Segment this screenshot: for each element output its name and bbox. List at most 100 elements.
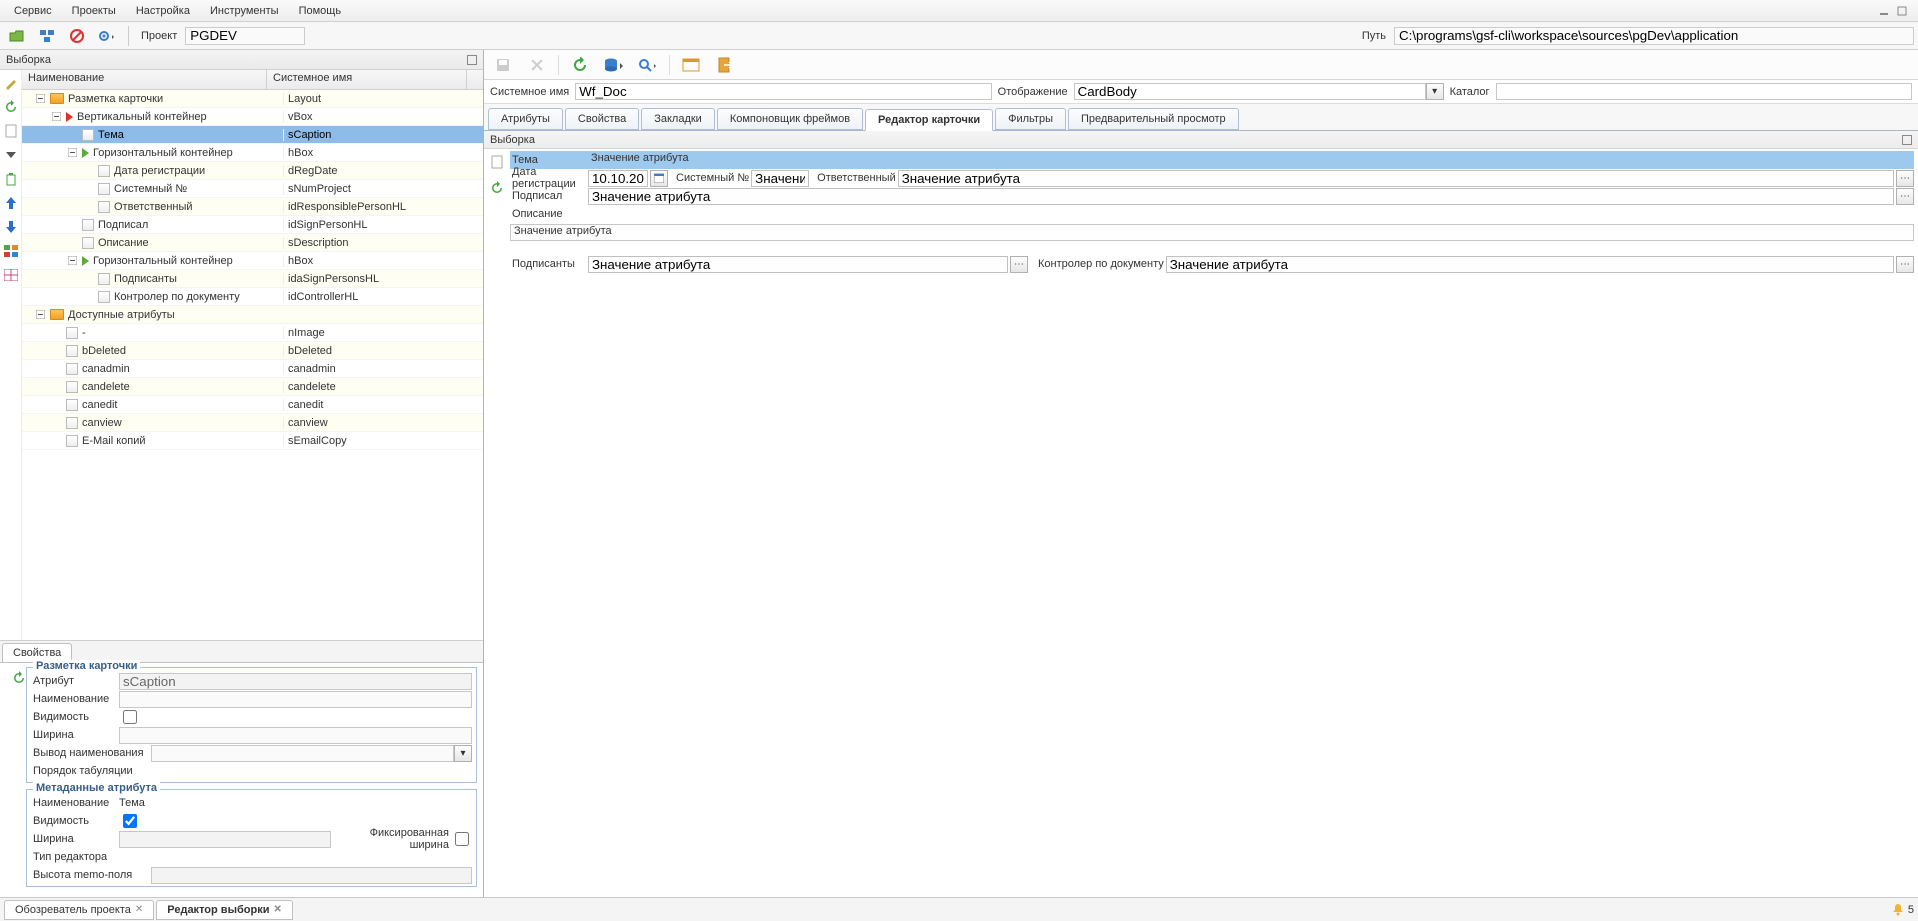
page-icon[interactable] — [2, 122, 20, 140]
display-input[interactable] — [1074, 83, 1426, 100]
menu-help[interactable]: Помощь — [289, 3, 352, 19]
dropdown-icon[interactable] — [2, 146, 20, 164]
window-restore-icon[interactable] — [1894, 3, 1910, 19]
tree-row[interactable]: caneditcanedit — [22, 396, 483, 414]
right-tab[interactable]: Закладки — [641, 108, 715, 130]
right-tab[interactable]: Свойства — [565, 108, 639, 130]
right-tab[interactable]: Редактор карточки — [865, 109, 993, 131]
save-button[interactable] — [490, 54, 516, 76]
prop-name-input[interactable] — [119, 691, 472, 708]
calendar-icon[interactable] — [650, 170, 668, 187]
tree-row[interactable]: bDeletedbDeleted — [22, 342, 483, 360]
storage-button[interactable] — [34, 25, 60, 47]
form-ctrl-lookup[interactable]: ⋯ — [1896, 256, 1914, 273]
editor-page-icon[interactable] — [484, 151, 510, 173]
prop-width-input[interactable] — [119, 727, 472, 744]
wand-icon[interactable] — [2, 74, 20, 92]
tree-row[interactable]: Контролер по документуidControllerHL — [22, 288, 483, 306]
tree-row[interactable]: ОписаниеsDescription — [22, 234, 483, 252]
prop-labelout-dropdown[interactable]: ▾ — [454, 745, 472, 762]
tree-row[interactable]: Горизонтальный контейнерhBox — [22, 252, 483, 270]
tree-row[interactable]: Горизонтальный контейнерhBox — [22, 144, 483, 162]
expander-icon[interactable] — [66, 255, 78, 267]
right-tab[interactable]: Предварительный просмотр — [1068, 108, 1239, 130]
refresh-icon[interactable] — [2, 98, 20, 116]
editor-pin-icon[interactable] — [1902, 135, 1912, 145]
block-button[interactable] — [64, 25, 90, 47]
expander-icon[interactable] — [66, 147, 78, 159]
form-signers-input[interactable] — [588, 256, 1008, 273]
tree-row[interactable]: -nImage — [22, 324, 483, 342]
status-tab[interactable]: Обозреватель проекта✕ — [4, 900, 154, 920]
tree-row[interactable]: ОтветственныйidResponsiblePersonHL — [22, 198, 483, 216]
path-input[interactable] — [1394, 27, 1914, 45]
tree-row[interactable]: ПодписалidSignPersonHL — [22, 216, 483, 234]
expander-icon[interactable] — [50, 111, 62, 123]
open-project-button[interactable] — [4, 25, 30, 47]
arrow-down-icon[interactable] — [2, 218, 20, 236]
right-refresh-button[interactable] — [567, 54, 593, 76]
tree-row[interactable]: Разметка карточкиLayout — [22, 90, 483, 108]
panel-button[interactable] — [678, 54, 704, 76]
tree-row[interactable]: Системный №sNumProject — [22, 180, 483, 198]
menu-settings[interactable]: Настройка — [126, 3, 200, 19]
pin-icon[interactable] — [467, 55, 477, 65]
tree-row[interactable]: ПодписантыidaSignPersonsHL — [22, 270, 483, 288]
editor-refresh-icon[interactable] — [484, 177, 510, 199]
layout-icon[interactable] — [2, 242, 20, 260]
grid-icon[interactable] — [2, 266, 20, 284]
meta-vis-check[interactable] — [123, 814, 137, 828]
tree-row[interactable]: canviewcanview — [22, 414, 483, 432]
col-name[interactable]: Наименование — [22, 70, 267, 89]
form-theme-value[interactable]: Значение атрибута — [588, 152, 1914, 169]
menu-service[interactable]: Сервис — [4, 3, 62, 19]
meta-memo-input[interactable] — [151, 867, 472, 884]
menu-tools[interactable]: Инструменты — [200, 3, 289, 19]
form-signed-input[interactable] — [588, 188, 1894, 205]
exit-button[interactable] — [712, 54, 738, 76]
arrow-up-icon[interactable] — [2, 194, 20, 212]
tree-row[interactable]: canadmincanadmin — [22, 360, 483, 378]
form-signers-lookup[interactable]: ⋯ — [1010, 256, 1028, 273]
db-dropdown-button[interactable] — [601, 54, 627, 76]
form-desc-input[interactable]: Значение атрибута — [510, 224, 1914, 241]
form-resp-lookup[interactable]: ⋯ — [1896, 170, 1914, 187]
tree-row[interactable]: Вертикальный контейнерvBox — [22, 108, 483, 126]
project-input[interactable] — [185, 27, 305, 45]
col-sys[interactable]: Системное имя — [267, 70, 467, 89]
meta-fixed-check[interactable] — [455, 832, 469, 846]
prop-labelout-input[interactable] — [151, 745, 454, 762]
display-dropdown[interactable]: ▾ — [1426, 83, 1444, 100]
expander-icon[interactable] — [34, 309, 46, 321]
search-dropdown-button[interactable] — [635, 54, 661, 76]
close-icon[interactable]: ✕ — [135, 904, 143, 915]
prop-attr-input[interactable] — [119, 673, 472, 690]
right-tab[interactable]: Компоновщик фреймов — [717, 108, 863, 130]
notification-bell[interactable]: 5 — [1891, 903, 1914, 917]
window-minimize-icon[interactable] — [1876, 3, 1892, 19]
expander-icon[interactable] — [34, 93, 46, 105]
form-ctrl-input[interactable] — [1166, 256, 1894, 273]
form-regdate-input[interactable] — [588, 170, 648, 187]
cancel-button[interactable] — [524, 54, 550, 76]
close-icon[interactable]: ✕ — [273, 904, 281, 915]
tree-row[interactable]: Дата регистрацииdRegDate — [22, 162, 483, 180]
right-tab[interactable]: Фильтры — [995, 108, 1066, 130]
tree-row[interactable]: candeletecandelete — [22, 378, 483, 396]
form-resp-input[interactable] — [898, 170, 1894, 187]
form-signed-lookup[interactable]: ⋯ — [1896, 188, 1914, 205]
right-tab[interactable]: Атрибуты — [488, 108, 563, 130]
tree-row[interactable]: E-Mail копийsEmailCopy — [22, 432, 483, 450]
delete-icon[interactable] — [2, 170, 20, 188]
gear-dropdown-button[interactable] — [94, 25, 120, 47]
tree-row[interactable]: ТемаsCaption — [22, 126, 483, 144]
catalog-input[interactable] — [1496, 83, 1912, 100]
menu-projects[interactable]: Проекты — [62, 3, 126, 19]
form-sysnum-input[interactable] — [751, 170, 809, 187]
meta-width-input[interactable] — [119, 831, 331, 848]
prop-vis-check[interactable] — [123, 710, 137, 724]
status-tab[interactable]: Редактор выборки✕ — [156, 900, 293, 920]
sysname-input[interactable] — [575, 83, 991, 100]
tree-body[interactable]: Разметка карточкиLayoutВертикальный конт… — [22, 90, 483, 640]
tree-row[interactable]: Доступные атрибуты — [22, 306, 483, 324]
